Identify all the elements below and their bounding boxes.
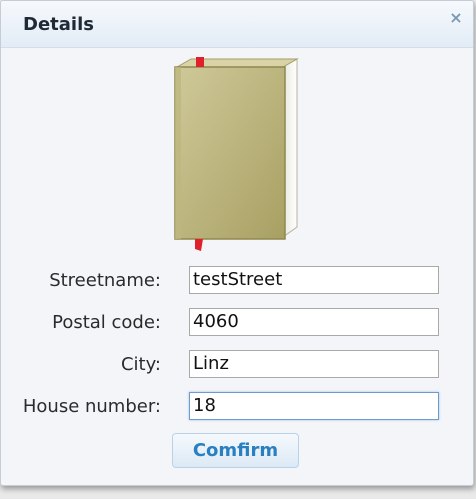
- city-row: City: Linz: [1, 350, 473, 380]
- city-input[interactable]: Linz: [189, 350, 439, 378]
- postal-code-input[interactable]: 4060: [189, 308, 439, 336]
- house-number-row: House number: 18: [1, 392, 473, 422]
- streetname-input[interactable]: testStreet: [189, 266, 439, 294]
- streetname-label: Streetname:: [49, 270, 161, 291]
- postal-code-label: Postal code:: [52, 312, 161, 333]
- book-icon: [174, 57, 299, 251]
- streetname-row: Streetname: testStreet: [1, 266, 473, 296]
- postal-code-row: Postal code: 4060: [1, 308, 473, 338]
- confirm-button[interactable]: Comfirm: [172, 433, 299, 468]
- details-dialog: Details × Streetname: testStreet Postal …: [0, 0, 474, 486]
- close-icon[interactable]: ×: [449, 10, 463, 26]
- house-number-input[interactable]: 18: [189, 392, 439, 420]
- house-number-label: House number:: [22, 396, 161, 417]
- dialog-title: Details: [23, 14, 94, 35]
- dialog-titlebar: Details ×: [1, 1, 473, 48]
- city-label: City:: [120, 354, 161, 375]
